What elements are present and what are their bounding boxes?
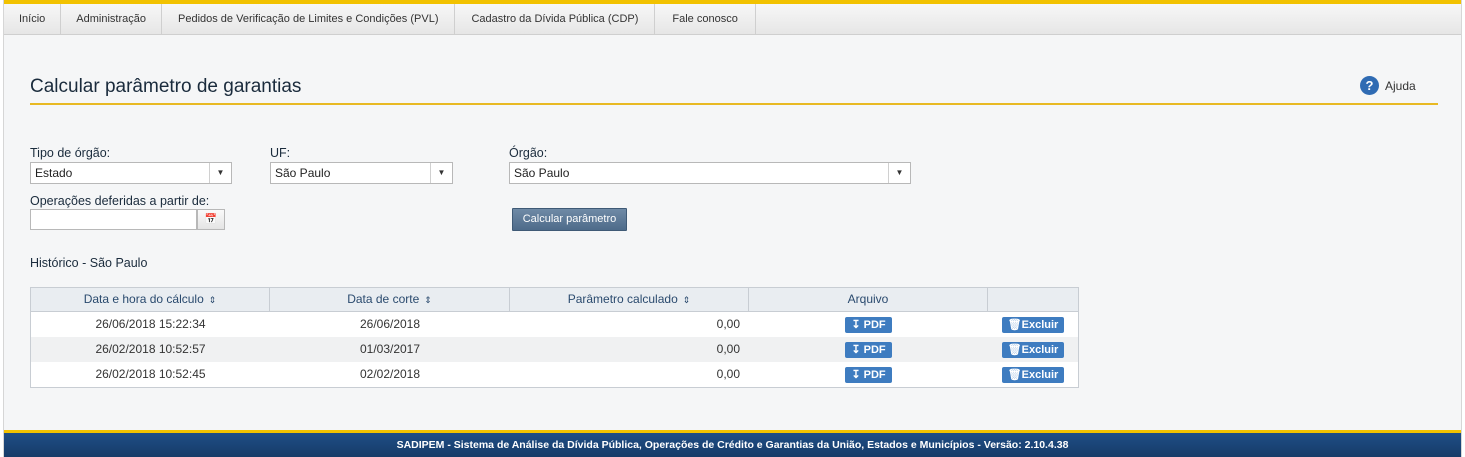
download-icon: ↧ (851, 343, 861, 356)
nav-item-administracao[interactable]: Administração (61, 4, 162, 35)
download-icon: ↧ (851, 368, 861, 381)
cutoff-cell: 02/02/2018 (359, 367, 421, 381)
help-link[interactable]: ? Ajuda (1360, 76, 1416, 95)
trash-icon: 🗑 (1007, 368, 1022, 381)
datetime-cell: 26/06/2018 15:22:34 (95, 317, 206, 331)
table-header: Data e hora do cálculo ⇕ Data de corte ⇕ P… (31, 288, 1078, 312)
file-cell: ↧ PDF (749, 312, 988, 337)
param-cell: 0,00 (716, 317, 740, 331)
pdf-button[interactable]: ↧ PDF (845, 366, 892, 383)
file-cell: ↧ PDF (749, 337, 988, 362)
history-table: Data e hora do cálculo ⇕ Data de corte ⇕ P… (30, 287, 1079, 388)
footer-bar: SADIPEM - Sistema de Análise da Dívida P… (4, 430, 1461, 457)
orgao-label: Órgão: (509, 146, 548, 160)
col-header-arquivo: Arquivo (749, 288, 988, 312)
table-row: 26/02/2018 10:52:45 02/02/2018 0,00 ↧ PD… (31, 362, 1078, 387)
nav-item-fale-conosco[interactable]: Fale conosco (655, 4, 756, 35)
datetime-cell: 26/02/2018 10:52:45 (95, 367, 206, 381)
actions-cell: 🗑Excluir (988, 362, 1078, 387)
actions-cell: 🗑Excluir (988, 337, 1078, 362)
col-header-actions (988, 288, 1078, 312)
col-header-param[interactable]: Parâmetro calculado ⇕ (510, 288, 749, 312)
param-cell: 0,00 (716, 367, 740, 381)
file-cell: ↧ PDF (749, 362, 988, 387)
cutoff-cell: 01/03/2017 (359, 342, 421, 356)
datetime-cell: 26/02/2018 10:52:57 (95, 342, 206, 356)
help-label: Ajuda (1385, 78, 1416, 93)
col-header-cutoff[interactable]: Data de corte ⇕ (270, 288, 510, 312)
actions-cell: 🗑Excluir (988, 312, 1078, 337)
trash-icon: 🗑 (1007, 343, 1022, 356)
app-frame: Início Administração Pedidos de Verifica… (3, 0, 1462, 457)
sort-icon: ⇕ (424, 295, 432, 305)
main-navbar: Início Administração Pedidos de Verifica… (4, 4, 1461, 35)
chevron-down-icon: ▼ (209, 163, 231, 183)
tipo-orgao-label: Tipo de órgão: (30, 146, 111, 160)
nav-item-inicio[interactable]: Início (4, 4, 62, 35)
tipo-orgao-select[interactable]: Estado ▼ (30, 162, 232, 184)
page-title: Calcular parâmetro de garantias (30, 76, 302, 97)
uf-label: UF: (270, 146, 291, 160)
param-cell: 0,00 (716, 342, 740, 356)
uf-select[interactable]: São Paulo ▼ (270, 162, 453, 184)
chevron-down-icon: ▼ (430, 163, 452, 183)
pdf-button[interactable]: ↧ PDF (845, 341, 892, 358)
orgao-select[interactable]: São Paulo ▼ (509, 162, 911, 184)
uf-value: São Paulo (275, 166, 331, 180)
question-circle-icon: ? (1360, 76, 1379, 95)
download-icon: ↧ (851, 318, 861, 331)
tipo-orgao-value: Estado (35, 166, 73, 180)
calendar-icon: 📅 (204, 214, 218, 225)
pdf-button[interactable]: ↧ PDF (845, 316, 892, 333)
nav-item-cdp[interactable]: Cadastro da Dívida Pública (CDP) (455, 4, 656, 35)
operacoes-date-input[interactable] (30, 209, 197, 230)
history-title: Histórico - São Paulo (30, 256, 148, 270)
sort-icon: ⇕ (682, 295, 691, 305)
table-row: 26/02/2018 10:52:57 01/03/2017 0,00 ↧ PD… (31, 337, 1078, 362)
orgao-value: São Paulo (514, 166, 570, 180)
excluir-button[interactable]: 🗑Excluir (1001, 341, 1065, 358)
chevron-down-icon: ▼ (888, 163, 910, 183)
sort-icon: ⇕ (208, 295, 217, 305)
trash-icon: 🗑 (1007, 318, 1022, 331)
operacoes-label: Operações deferidas a partir de: (30, 194, 210, 208)
cutoff-cell: 26/06/2018 (359, 317, 421, 331)
excluir-button[interactable]: 🗑Excluir (1001, 366, 1065, 383)
excluir-button[interactable]: 🗑Excluir (1001, 316, 1065, 333)
nav-item-pvl[interactable]: Pedidos de Verificação de Limites e Cond… (162, 4, 456, 35)
table-row: 26/06/2018 15:22:34 26/06/2018 0,00 ↧ PD… (31, 312, 1078, 337)
calcular-parametro-button[interactable]: Calcular parâmetro (512, 208, 627, 231)
col-header-datetime[interactable]: Data e hora do cálculo ⇕ (31, 288, 270, 312)
title-divider (30, 103, 1438, 105)
calendar-button[interactable]: 📅 (197, 209, 225, 230)
